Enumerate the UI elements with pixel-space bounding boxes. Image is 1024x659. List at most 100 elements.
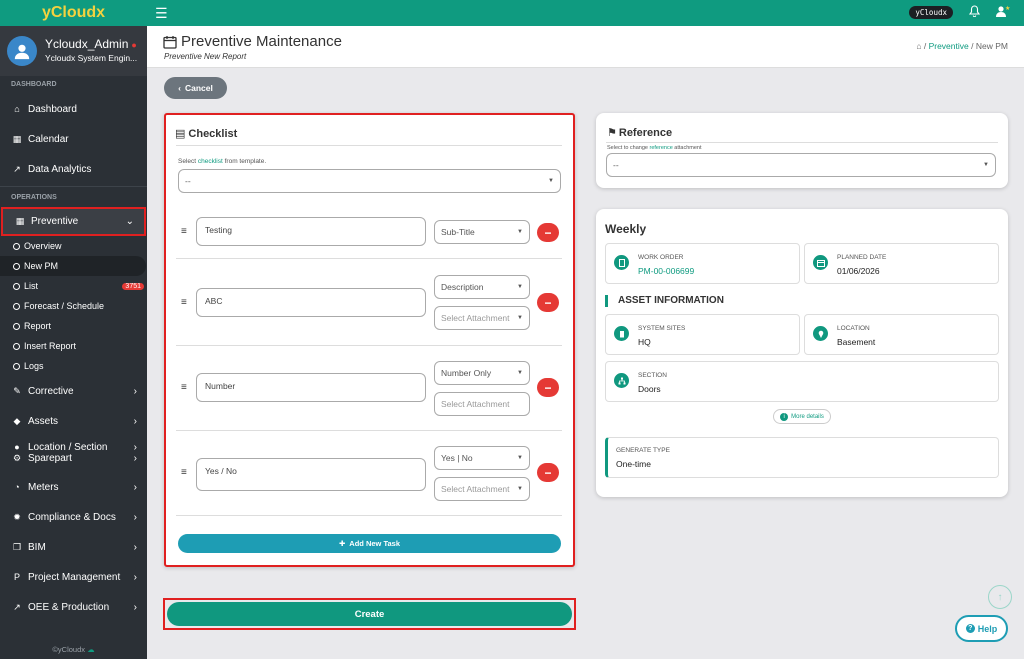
drag-handle-icon[interactable]: ≡ bbox=[181, 226, 187, 237]
user-icon[interactable]: ★ bbox=[996, 5, 1010, 20]
task-text-input[interactable]: Yes / No bbox=[196, 458, 426, 491]
create-highlight: Create bbox=[163, 598, 576, 630]
caret-down-icon: ▼ bbox=[517, 486, 523, 492]
nav-label: Sparepart bbox=[28, 453, 72, 464]
caret-down-icon: ▼ bbox=[548, 178, 554, 184]
generate-type-box: GENERATE TYPE One-time bbox=[605, 437, 999, 478]
label-text: Select to change bbox=[607, 145, 650, 151]
bell-icon[interactable] bbox=[968, 5, 981, 20]
drag-handle-icon[interactable]: ≡ bbox=[181, 297, 187, 308]
scroll-top-button[interactable]: ↑ bbox=[988, 585, 1012, 609]
project-icon: P bbox=[13, 572, 20, 582]
select-value: -- bbox=[185, 176, 191, 186]
attachment-input[interactable]: Select Attachment bbox=[434, 392, 530, 416]
nav-meters[interactable]: ◔ Meters › bbox=[0, 472, 147, 502]
sub-list[interactable]: List 3751 bbox=[0, 276, 147, 296]
section-label-operations: OPERATIONS bbox=[11, 194, 57, 201]
user-profile[interactable]: Ycloudx_Admin ● Ycloudx System Engin... bbox=[0, 26, 147, 76]
task-text-input[interactable]: ABC bbox=[196, 288, 426, 317]
remove-task-button[interactable]: − bbox=[537, 223, 559, 242]
select-value: Sub-Title bbox=[441, 227, 475, 237]
caret-down-icon: ▼ bbox=[517, 370, 523, 376]
breadcrumb-current: New PM bbox=[975, 41, 1008, 51]
section-label-dashboard: DASHBOARD bbox=[11, 81, 57, 88]
brand-logo[interactable]: yCloudx bbox=[0, 0, 147, 26]
nav-label: Preventive bbox=[31, 216, 79, 227]
attachment-select[interactable]: Select Attachment ▼ bbox=[434, 477, 530, 501]
create-button[interactable]: Create bbox=[167, 602, 572, 626]
task-type-select[interactable]: Description ▼ bbox=[434, 275, 530, 299]
tag-icon: ◆ bbox=[13, 415, 21, 426]
select-value: -- bbox=[613, 160, 619, 170]
chevron-down-icon: ⌄ bbox=[125, 216, 134, 227]
nav-corrective[interactable]: ✎ Corrective › bbox=[0, 376, 147, 406]
divider bbox=[176, 145, 562, 146]
add-new-task-button[interactable]: ✚ Add New Task bbox=[178, 534, 561, 553]
remove-task-button[interactable]: − bbox=[537, 463, 559, 482]
drag-handle-icon[interactable]: ≡ bbox=[181, 382, 187, 393]
nav-preventive[interactable]: ▦ Preventive ⌄ bbox=[1, 207, 146, 236]
reference-card: ⚑ Reference Select to change reference at… bbox=[596, 113, 1008, 188]
checklist-template-label: Select checklist from template. bbox=[178, 158, 266, 165]
asset-information-heading: ASSET INFORMATION bbox=[605, 295, 724, 307]
nav-compliance[interactable]: ✹ Compliance & Docs › bbox=[0, 502, 147, 532]
wrench-icon: ✎ bbox=[13, 385, 21, 396]
label-text: from template. bbox=[222, 158, 267, 165]
remove-task-button[interactable]: − bbox=[537, 378, 559, 397]
sub-overview[interactable]: Overview bbox=[0, 236, 147, 256]
menu-icon[interactable]: ☰ bbox=[155, 5, 168, 22]
sub-forecast[interactable]: Forecast / Schedule bbox=[0, 296, 147, 316]
location-value: Basement bbox=[837, 337, 876, 347]
chevron-right-icon: › bbox=[133, 601, 137, 613]
sub-report[interactable]: Report bbox=[0, 316, 147, 336]
tenant-pill[interactable]: yCloudx bbox=[909, 6, 953, 19]
reference-label: Select to change reference attachment bbox=[607, 145, 702, 151]
task-text-input[interactable]: Number bbox=[196, 373, 426, 402]
breadcrumb-preventive[interactable]: Preventive bbox=[929, 41, 969, 51]
sub-new-pm[interactable]: New PM bbox=[0, 256, 146, 276]
task-type-select[interactable]: Sub-Title ▼ bbox=[434, 220, 530, 244]
more-details-label: More details bbox=[791, 413, 824, 420]
home-icon[interactable]: ⌂ bbox=[916, 41, 921, 51]
cancel-button[interactable]: ‹ Cancel bbox=[164, 77, 227, 99]
planned-date-label: PLANNED DATE bbox=[837, 254, 887, 261]
sub-label: Insert Report bbox=[24, 341, 77, 351]
nav-oee[interactable]: ↗ OEE & Production › bbox=[0, 592, 147, 622]
help-button[interactable]: ? Help bbox=[955, 615, 1008, 642]
list-count-badge: 3751 bbox=[122, 282, 144, 290]
sub-insert-report[interactable]: Insert Report bbox=[0, 336, 147, 356]
nav-data-analytics[interactable]: ↗ Data Analytics bbox=[0, 154, 147, 184]
nav-label: Calendar bbox=[28, 133, 69, 145]
nav-project[interactable]: P Project Management › bbox=[0, 562, 147, 592]
drag-handle-icon[interactable]: ≡ bbox=[181, 467, 187, 478]
caret-down-icon: ▼ bbox=[517, 284, 523, 290]
map-pin-icon bbox=[813, 326, 828, 341]
topbar: ☰ yCloudx ★ bbox=[147, 0, 1024, 26]
nav-calendar[interactable]: ▦ Calendar bbox=[0, 124, 147, 154]
task-text-input[interactable]: Testing bbox=[196, 217, 426, 246]
checklist-template-select[interactable]: -- ▼ bbox=[178, 169, 561, 193]
work-order-value[interactable]: PM-00-006699 bbox=[638, 266, 694, 276]
sub-logs[interactable]: Logs bbox=[0, 356, 147, 376]
reference-select[interactable]: -- ▼ bbox=[606, 153, 996, 177]
sub-label: Logs bbox=[24, 361, 44, 371]
calendar-icon: ▦ bbox=[12, 133, 22, 144]
task-type-select[interactable]: Yes | No ▼ bbox=[434, 446, 530, 470]
sidebar: yCloudx Ycloudx_Admin ● Ycloudx System En… bbox=[0, 0, 147, 659]
nav-sparepart[interactable]: ⚙ Sparepart › bbox=[0, 450, 147, 464]
nav-dashboard[interactable]: ⌂ Dashboard bbox=[0, 94, 147, 124]
more-details-button[interactable]: i More details bbox=[773, 409, 831, 424]
checklist-title: ▤ Checklist bbox=[175, 127, 237, 141]
breadcrumb-separator: / bbox=[923, 41, 927, 51]
nav-bim[interactable]: ❒ BIM › bbox=[0, 532, 147, 562]
caret-down-icon: ▼ bbox=[517, 455, 523, 461]
divider bbox=[0, 186, 147, 187]
nav-assets[interactable]: ◆ Assets › bbox=[0, 406, 147, 436]
attachment-select[interactable]: Select Attachment ▼ bbox=[434, 306, 530, 330]
arrow-up-icon: ↑ bbox=[997, 591, 1003, 603]
page-title: Preventive Maintenance bbox=[163, 33, 342, 50]
task-type-select[interactable]: Number Only ▼ bbox=[434, 361, 530, 385]
planned-date-box: PLANNED DATE 01/06/2026 bbox=[804, 243, 999, 284]
section-label: SECTION bbox=[638, 372, 667, 379]
remove-task-button[interactable]: − bbox=[537, 293, 559, 312]
